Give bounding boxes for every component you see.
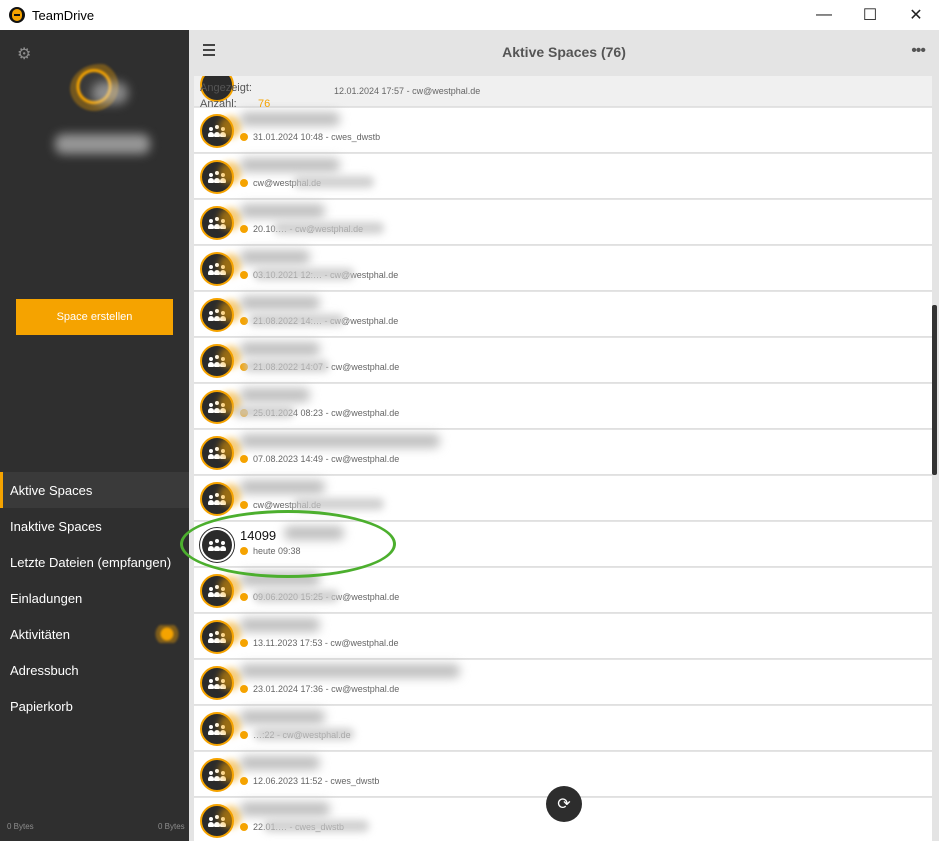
list-item-title-blurred — [240, 158, 340, 172]
list-item-title-blurred — [240, 342, 320, 356]
sidebar-item-aktive-spaces[interactable]: Aktive Spaces — [0, 472, 189, 508]
list-item-meta: 23.01.2024 17:36 - cw@westphal.de — [240, 684, 399, 694]
list-item-meta: 12.06.2023 11:52 - cwes_dwstb — [240, 776, 379, 786]
list-item[interactable]: …:22 - cw@westphal.de — [194, 706, 932, 751]
list-item-title-blurred — [240, 250, 310, 264]
list-item-title-blurred — [240, 618, 320, 632]
refresh-icon[interactable]: ⟳ — [546, 786, 582, 822]
status-dot-icon — [240, 225, 248, 233]
list-item[interactable]: 23.01.2024 17:36 - cw@westphal.de — [194, 660, 932, 705]
list-item-meta: 12.01.2024 17:57 - cw@westphal.de — [334, 86, 481, 96]
list-item[interactable]: 03.10.2021 12:… - cw@westphal.de — [194, 246, 932, 291]
sidebar-item-einladungen[interactable]: Einladungen — [0, 580, 189, 616]
list-item-meta-blurred — [254, 590, 339, 602]
shown-label: Angezeigt: — [200, 82, 252, 94]
sidebar-item-label: Inaktive Spaces — [10, 518, 102, 534]
spaces-list[interactable]: 12.01.2024 17:57 - cw@westphal.de 31.01.… — [189, 76, 939, 841]
storage-used-right: 0 Bytes — [158, 822, 185, 831]
status-dot-icon — [240, 823, 248, 831]
list-scrollbar[interactable] — [932, 305, 937, 475]
status-dot-icon — [240, 593, 248, 601]
status-dot-icon — [240, 685, 248, 693]
list-item-meta-blurred — [234, 406, 294, 418]
list-item-meta: 07.08.2023 14:49 - cw@westphal.de — [240, 454, 399, 464]
more-icon[interactable]: ••• — [911, 42, 926, 60]
list-item[interactable]: 13.11.2023 17:53 - cw@westphal.de — [194, 614, 932, 659]
status-dot-icon — [240, 133, 248, 141]
list-info: Angezeigt: Anzahl: 76 — [189, 76, 309, 116]
list-item[interactable]: 21.08.2022 14:… - cw@westphal.de — [194, 292, 932, 337]
list-item[interactable]: 25.01.2024 08:23 - cw@westphal.de — [194, 384, 932, 429]
sidebar: ⚙ Space erstellen Aktive Spaces Inaktive… — [0, 30, 189, 841]
sidebar-item-inaktive-spaces[interactable]: Inaktive Spaces — [0, 508, 189, 544]
main-header: Aktive Spaces (76) ••• — [189, 30, 939, 76]
status-dot-icon — [240, 271, 248, 279]
list-item-meta-blurred — [249, 314, 344, 326]
sidebar-item-label: Einladungen — [10, 590, 83, 606]
list-item-meta-blurred — [254, 728, 354, 740]
page-title: Aktive Spaces (76) — [502, 44, 626, 60]
list-item-meta-blurred — [244, 360, 329, 372]
highlight-annotation — [180, 510, 396, 578]
status-dot-icon — [240, 639, 248, 647]
list-item-meta-blurred — [294, 498, 384, 510]
sidebar-nav: Aktive Spaces Inaktive Spaces Letzte Dat… — [0, 472, 189, 724]
list-item-meta-blurred — [294, 176, 374, 188]
status-dot-icon — [240, 777, 248, 785]
create-space-button[interactable]: Space erstellen — [16, 299, 173, 335]
count-label: Anzahl: — [200, 98, 237, 110]
sidebar-item-label: Aktivitäten — [10, 626, 70, 642]
list-item-meta-text: 07.08.2023 14:49 - cw@westphal.de — [253, 454, 400, 464]
list-item-meta-text: 13.11.2023 17:53 - cw@westphal.de — [253, 638, 399, 648]
status-dot-icon — [240, 179, 248, 187]
minimize-button[interactable]: — — [801, 0, 847, 30]
list-item-meta-text: 23.01.2024 17:36 - cw@westphal.de — [253, 684, 400, 694]
maximize-button[interactable]: ☐ — [847, 0, 893, 30]
list-item-meta-text: 12.06.2023 11:52 - cwes_dwstb — [253, 776, 380, 786]
list-item-title-blurred — [240, 756, 320, 770]
avatar-blur — [92, 82, 128, 104]
list-item-title-blurred — [240, 710, 325, 724]
list-item-title-blurred — [240, 434, 440, 448]
status-dot-icon — [240, 501, 248, 509]
list-item-title-blurred — [240, 388, 310, 402]
teamdrive-logo-icon — [9, 7, 25, 23]
status-dot-icon — [240, 455, 248, 463]
count-value: 76 — [258, 98, 271, 110]
list-item-title-blurred — [240, 802, 330, 816]
list-item[interactable]: 21.08.2022 14:07 - cw@westphal.de — [194, 338, 932, 383]
user-name-blurred — [55, 134, 150, 154]
list-item-meta: 31.01.2024 10:48 - cwes_dwstb — [240, 132, 380, 142]
sidebar-item-papierkorb[interactable]: Papierkorb — [0, 688, 189, 724]
list-item-meta-text: 31.01.2024 10:48 - cwes_dwstb — [253, 132, 381, 142]
status-dot-icon — [240, 317, 248, 325]
sidebar-item-letzte-dateien[interactable]: Letzte Dateien (empfangen) — [0, 544, 189, 580]
sidebar-item-label: Letzte Dateien (empfangen) — [10, 554, 172, 570]
list-item-meta-blurred — [264, 820, 369, 832]
storage-used-left: 0 Bytes — [7, 822, 34, 831]
list-item-title-blurred — [240, 664, 460, 678]
window-controls: — ☐ ✕ — [801, 0, 939, 30]
app-title: TeamDrive — [32, 7, 95, 23]
list-item[interactable]: 07.08.2023 14:49 - cw@westphal.de — [194, 430, 932, 475]
sidebar-item-aktivitaeten[interactable]: Aktivitäten — [0, 616, 189, 652]
list-item[interactable]: cw@westphal.de — [194, 154, 932, 199]
status-dot-icon — [240, 731, 248, 739]
sidebar-item-label: Papierkorb — [10, 698, 73, 714]
title-bar: TeamDrive — ☐ ✕ — [0, 0, 939, 30]
teamdrive-window: TeamDrive — ☐ ✕ ⚙ Space erstellen Aktive… — [0, 0, 939, 841]
list-item-meta-blurred — [254, 268, 354, 280]
list-item-meta: 13.11.2023 17:53 - cw@westphal.de — [240, 638, 399, 648]
gear-icon[interactable]: ⚙ — [17, 44, 31, 64]
list-item-title-blurred — [240, 296, 320, 310]
list-item-title-blurred — [240, 204, 325, 218]
activity-badge — [152, 625, 182, 643]
list-item-title-blurred — [240, 480, 325, 494]
sidebar-item-adressbuch[interactable]: Adressbuch — [0, 652, 189, 688]
sidebar-item-label: Aktive Spaces — [10, 482, 93, 498]
list-item[interactable]: 20.10.… - cw@westphal.de — [194, 200, 932, 245]
sidebar-item-label: Adressbuch — [10, 662, 79, 678]
list-item-meta-blurred — [274, 222, 384, 234]
close-button[interactable]: ✕ — [893, 0, 939, 30]
